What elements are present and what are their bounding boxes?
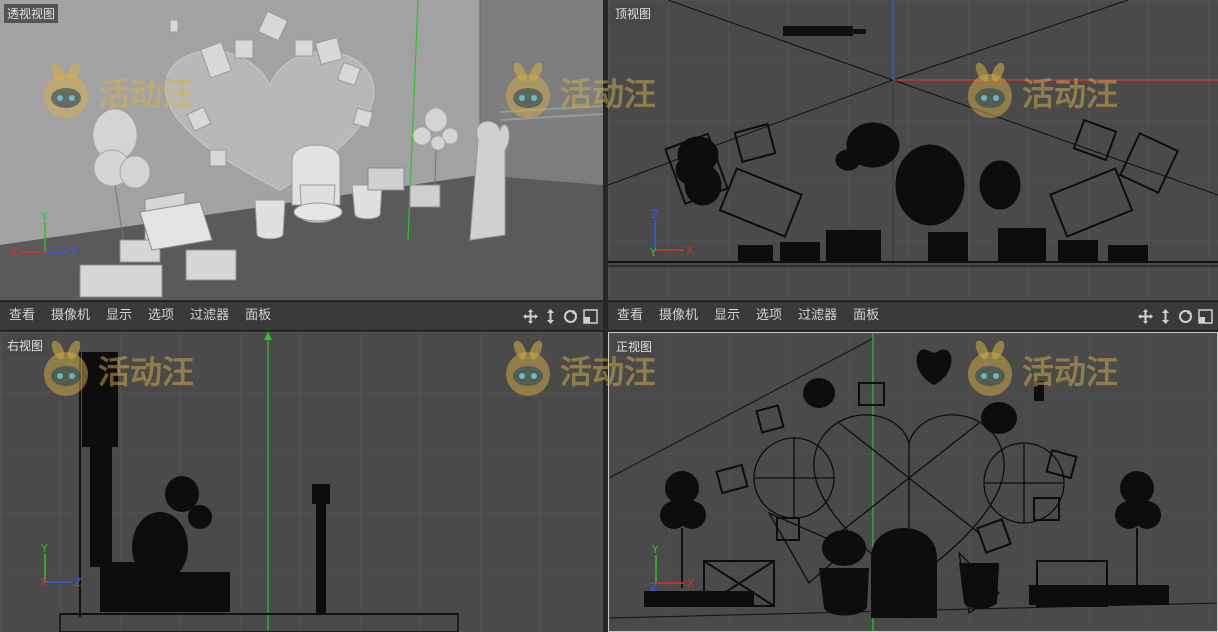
axis-label-x: X [40,576,48,589]
menu-filter[interactable]: 过滤器 [790,301,845,331]
viewport-divider[interactable] [603,0,608,632]
move-icon[interactable] [1137,308,1154,325]
axis-label-y: Y [649,246,657,259]
viewport-menubar-right: 查看 摄像机 显示 选项 过滤器 面板 [608,301,1218,331]
axis-label-y: Y [40,542,48,555]
right-scene: Y Z X [0,332,603,632]
menu-filter[interactable]: 过滤器 [182,301,237,331]
viewport-label-top: 顶视图 [612,4,655,23]
axis-label-x: X [687,577,695,590]
viewport-menubar-left: 查看 摄像机 显示 选项 过滤器 面板 [0,301,603,331]
move-icon[interactable] [522,308,539,325]
axis-label-z: Z [651,208,659,221]
axis-label-z: Z [74,576,82,589]
menu-panel[interactable]: 面板 [237,301,279,331]
maximize-icon[interactable] [1197,308,1214,325]
top-scene: Z Y X [608,0,1218,300]
front-scene: Y X Z [609,333,1217,631]
axis-label-z: Z [70,246,78,259]
menu-view[interactable]: 查看 [0,301,43,331]
axis-label-x: X [686,244,694,257]
zoom-icon[interactable] [542,308,559,325]
axis-label-y: Y [40,210,48,223]
rotate-icon[interactable] [1177,308,1194,325]
axis-label-x: X [10,246,18,259]
menu-camera[interactable]: 摄像机 [43,301,98,331]
menu-view[interactable]: 查看 [608,301,651,331]
viewport-label-perspective: 透视视图 [4,4,59,23]
menu-options[interactable]: 选项 [748,301,790,331]
menu-options[interactable]: 选项 [140,301,182,331]
menu-display[interactable]: 显示 [706,301,748,331]
viewport-nav-icons [1137,308,1218,325]
top-viewport[interactable]: Z Y X 顶视图 [608,0,1218,300]
perspective-scene: Y X Z [0,0,603,300]
perspective-viewport[interactable]: Y X Z 透视视图 [0,0,603,300]
axis-label-z: Z [650,581,658,594]
menu-panel[interactable]: 面板 [845,301,887,331]
maximize-icon[interactable] [582,308,599,325]
viewport-label-right: 右视图 [4,336,47,355]
zoom-icon[interactable] [1157,308,1174,325]
viewport-label-front: 正视图 [613,337,656,356]
rotate-icon[interactable] [562,308,579,325]
menu-camera[interactable]: 摄像机 [651,301,706,331]
axis-label-y: Y [651,543,659,556]
right-viewport[interactable]: Y Z X 右视图 [0,332,603,632]
front-viewport[interactable]: Y X Z 正视图 [608,332,1218,632]
viewport-nav-icons [522,308,603,325]
menu-display[interactable]: 显示 [98,301,140,331]
